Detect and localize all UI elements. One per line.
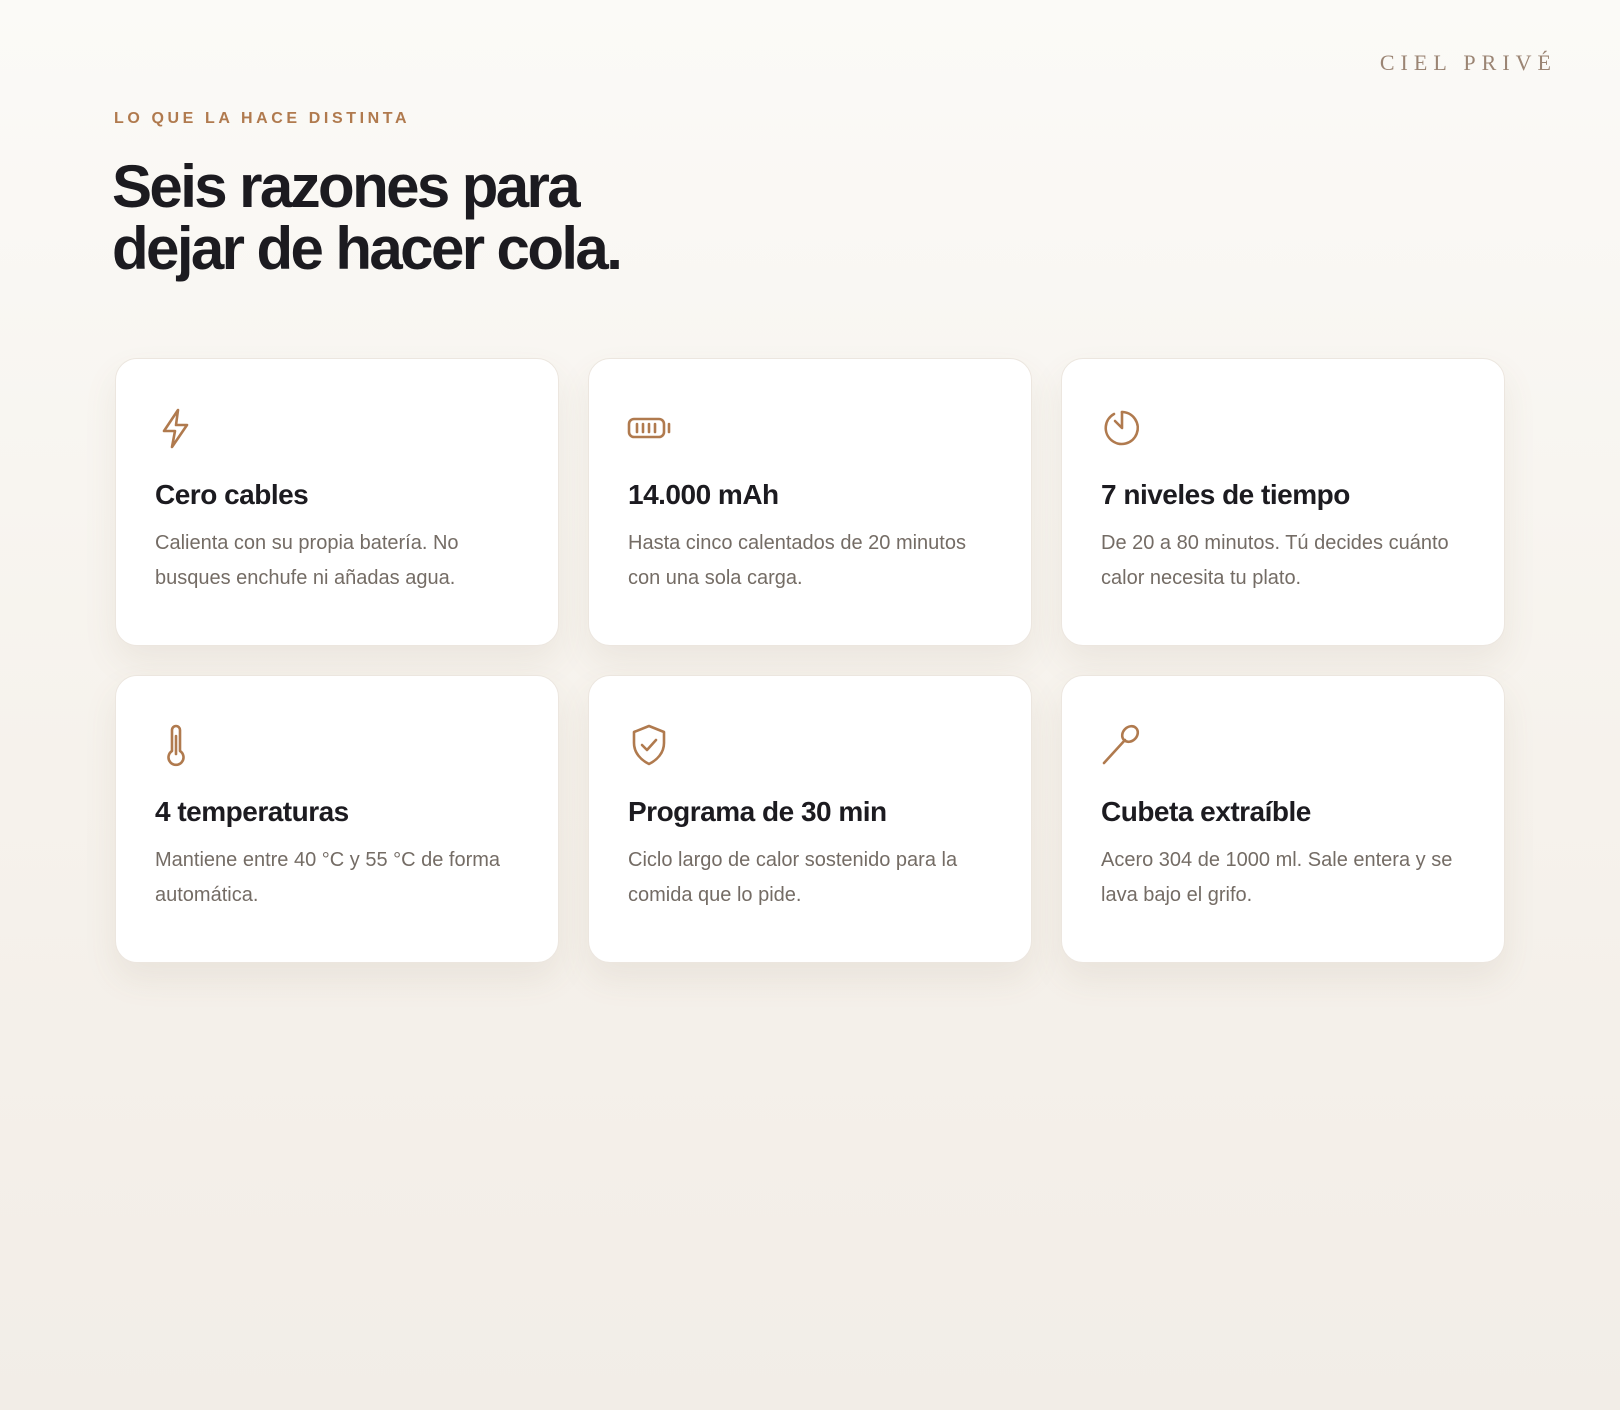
brand-logo: CIEL PRIVÉ xyxy=(1379,50,1557,75)
headline-line-2: dejar de hacer cola. xyxy=(112,215,623,282)
feature-description: De 20 a 80 minutos. Tú decides cuánto ca… xyxy=(1101,532,1449,589)
section-eyebrow: LO QUE LA HACE DISTINTA xyxy=(114,110,411,127)
feature-description: Acero 304 de 1000 ml. Sale entera y se l… xyxy=(1101,849,1453,906)
feature-card-temperatures: 4 temperaturas Mantiene entre 40 °C y 55… xyxy=(115,675,559,963)
feature-title: 4 temperaturas xyxy=(155,796,349,827)
feature-description: Ciclo largo de calor sostenido para la c… xyxy=(628,849,958,906)
feature-title: Programa de 30 min xyxy=(628,796,887,827)
feature-title: 7 niveles de tiempo xyxy=(1101,479,1350,510)
feature-title: Cubeta extraíble xyxy=(1101,796,1311,827)
battery-icon xyxy=(624,403,674,453)
features-grid: Cero cables Calienta con su propia bater… xyxy=(115,358,1505,963)
feature-title: 14.000 mAh xyxy=(628,479,779,510)
feature-description: Hasta cinco calentados de 20 minutos con… xyxy=(628,532,966,589)
feature-title: Cero cables xyxy=(155,479,309,510)
feature-card-battery: 14.000 mAh Hasta cinco calentados de 20 … xyxy=(588,358,1032,646)
spoon-icon xyxy=(1097,720,1147,770)
feature-card-tray: Cubeta extraíble Acero 304 de 1000 ml. S… xyxy=(1061,675,1505,963)
feature-description: Mantiene entre 40 °C y 55 °C de forma au… xyxy=(155,849,501,906)
lightning-icon xyxy=(151,403,201,453)
feature-card-time-levels: 7 niveles de tiempo De 20 a 80 minutos. … xyxy=(1061,358,1505,646)
feature-card-cables: Cero cables Calienta con su propia bater… xyxy=(115,358,559,646)
feature-card-program: Programa de 30 min Ciclo largo de calor … xyxy=(588,675,1032,963)
shield-check-icon xyxy=(624,720,674,770)
feature-description: Calienta con su propia batería. No busqu… xyxy=(155,532,459,589)
timer-icon xyxy=(1097,403,1147,453)
thermometer-icon xyxy=(151,720,201,770)
section-headline: Seis razones para dejar de hacer cola. xyxy=(112,156,732,280)
headline-line-1: Seis razones para xyxy=(112,153,581,220)
